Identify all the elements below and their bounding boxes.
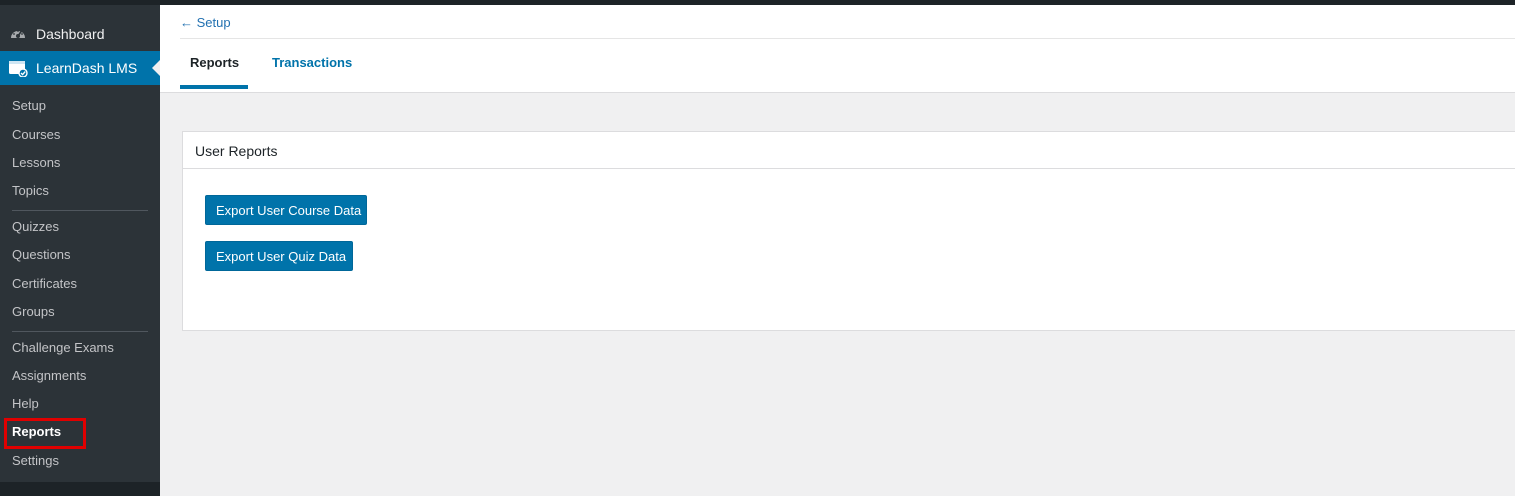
tab-transactions[interactable]: Transactions: [272, 55, 352, 70]
submenu-item-help[interactable]: Help: [12, 395, 39, 413]
submenu-item-challenge-exams[interactable]: Challenge Exams: [12, 339, 114, 357]
submenu-item-settings[interactable]: Settings: [12, 452, 59, 470]
header-divider: [180, 38, 1515, 39]
tab-reports[interactable]: Reports: [190, 55, 239, 70]
submenu-item-setup[interactable]: Setup: [12, 97, 46, 115]
page-header: ← Setup Reports Transactions: [160, 5, 1515, 93]
reports-highlight-box: [4, 418, 86, 449]
main-content: ← Setup Reports Transactions User Report…: [160, 5, 1515, 496]
submenu-item-groups[interactable]: Groups: [12, 303, 55, 321]
submenu-divider: [12, 331, 148, 332]
submenu-item-courses[interactable]: Courses: [12, 126, 60, 144]
export-user-course-data-button[interactable]: Export User Course Data: [205, 195, 367, 225]
export-user-quiz-data-button[interactable]: Export User Quiz Data: [205, 241, 353, 271]
submenu-item-lessons[interactable]: Lessons: [12, 154, 60, 172]
breadcrumb-back-link[interactable]: ← Setup: [180, 15, 231, 30]
submenu-layer: Setup Courses Lessons Topics Quizzes Que…: [0, 0, 160, 496]
panel-title: User Reports: [195, 143, 278, 159]
active-tab-indicator: [180, 85, 248, 89]
submenu-item-questions[interactable]: Questions: [12, 246, 71, 264]
user-reports-panel: User Reports Export User Course Data Exp…: [182, 131, 1515, 331]
submenu-item-assignments[interactable]: Assignments: [12, 367, 86, 385]
panel-header: User Reports: [183, 132, 1515, 169]
submenu-item-quizzes[interactable]: Quizzes: [12, 218, 59, 236]
submenu-item-topics[interactable]: Topics: [12, 182, 49, 200]
submenu-item-certificates[interactable]: Certificates: [12, 275, 77, 293]
submenu-divider: [12, 210, 148, 211]
